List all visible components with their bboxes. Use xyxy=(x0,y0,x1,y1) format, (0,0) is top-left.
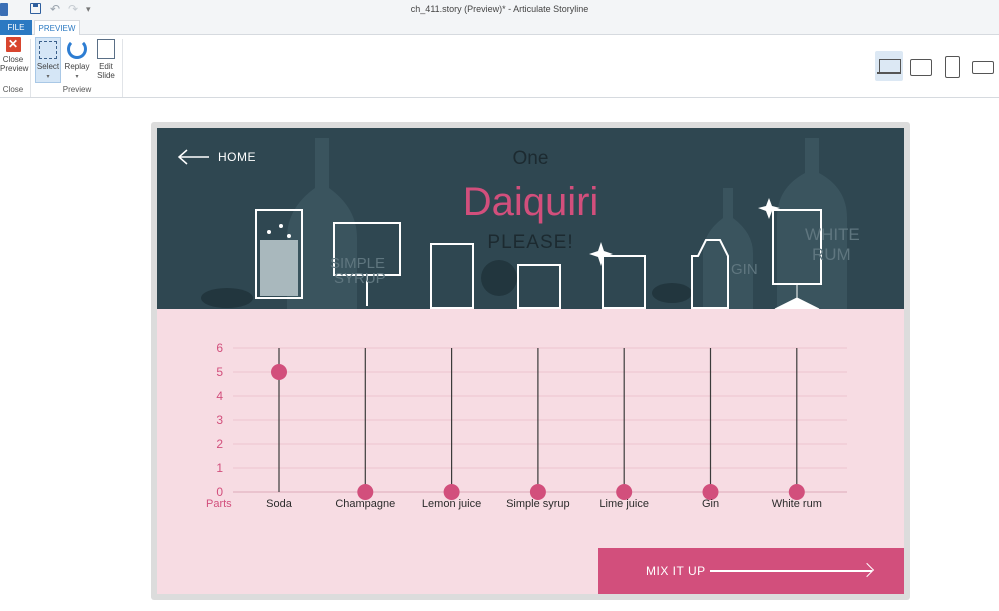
close-group-label: Close xyxy=(2,85,24,94)
ingredient-sliders xyxy=(233,347,847,500)
slider-label: White rum xyxy=(771,498,822,510)
y-tick-label: 5 xyxy=(216,365,223,379)
tablet-portrait-icon[interactable] xyxy=(937,51,965,81)
y-tick-label: 6 xyxy=(216,341,223,355)
y-tick-label: 1 xyxy=(216,461,223,475)
close-icon: ✕ xyxy=(5,37,21,52)
lemon-slice-shape xyxy=(652,283,692,303)
tab-preview[interactable]: PREVIEW xyxy=(34,20,80,36)
window-title: ch_411.story (Preview)* - Articulate Sto… xyxy=(410,4,589,14)
replay-label: Replay xyxy=(64,62,90,71)
chevron-down-icon: ▾ xyxy=(46,74,50,80)
title-bar: ↶ ↷ ▾ ch_411.story (Preview)* - Articula… xyxy=(0,0,999,20)
ribbon-divider xyxy=(122,39,123,97)
edit-slide-icon xyxy=(97,39,115,59)
slide-frame: SIMPLE SYRUP GIN WHITE RUM HOME One Daiq… xyxy=(151,122,910,600)
mixer-panel: 0123456 Parts Soda Champagne Lemon juice Si… xyxy=(157,309,904,594)
title-daiquiri: Daiquiri xyxy=(462,180,599,224)
leaf-shape xyxy=(201,288,253,308)
mix-it-up-label: MIX IT UP xyxy=(646,564,706,578)
lemon-slice-shape xyxy=(481,260,517,296)
mix-it-up-button[interactable]: MIX IT UP xyxy=(598,548,904,594)
rocks-glass xyxy=(517,264,561,309)
chevron-down-icon: ▾ xyxy=(75,74,79,80)
select-button[interactable]: Select ▾ xyxy=(35,37,61,83)
replay-icon xyxy=(67,39,87,59)
slide: SIMPLE SYRUP GIN WHITE RUM HOME One Daiq… xyxy=(157,128,904,594)
select-label: Select xyxy=(36,62,60,71)
title-please: PLEASE! xyxy=(487,232,574,253)
banner: SIMPLE SYRUP GIN WHITE RUM HOME One Daiq… xyxy=(157,128,904,309)
arrow-right-icon xyxy=(710,570,872,572)
select-icon xyxy=(39,41,57,59)
preview-group-label: Preview xyxy=(62,85,92,94)
ribbon-tabs: FILE PREVIEW xyxy=(0,20,999,36)
slider-handle[interactable] xyxy=(271,364,287,380)
syrup-bottle-label: SYRUP xyxy=(334,270,386,287)
desktop-icon[interactable] xyxy=(875,51,903,81)
y-tick-label: 0 xyxy=(216,485,223,499)
close-preview-button[interactable]: ✕ Close Preview xyxy=(0,37,29,73)
gin-bottle-label: GIN xyxy=(731,261,758,278)
ribbon: ✕ Close Preview Close Select ▾ Replay ▾ … xyxy=(0,35,999,98)
edit-slide-button[interactable]: Edit Slide xyxy=(94,37,118,80)
edit-slide-label: Edit Slide xyxy=(97,62,115,80)
close-preview-label: Close Preview xyxy=(0,55,29,73)
shot-glass xyxy=(602,255,646,309)
tablet-landscape-icon[interactable] xyxy=(906,51,934,81)
y-tick-label: 2 xyxy=(216,437,223,451)
replay-button[interactable]: Replay ▾ xyxy=(63,37,91,82)
title-one: One xyxy=(512,148,549,169)
tab-file[interactable]: FILE xyxy=(0,20,32,35)
y-tick-label: 3 xyxy=(216,413,223,427)
ribbon-divider xyxy=(30,39,31,97)
phone-landscape-icon[interactable] xyxy=(968,51,996,81)
y-tick-label: 4 xyxy=(216,389,223,403)
